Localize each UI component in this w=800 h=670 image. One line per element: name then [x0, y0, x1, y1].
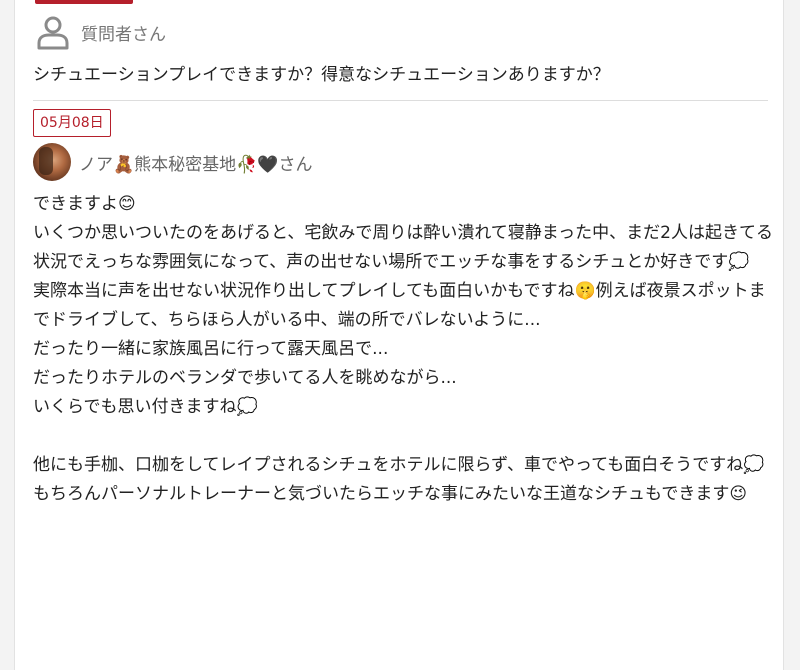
divider: [33, 100, 768, 101]
top-accent-tab: [35, 0, 133, 4]
qa-card: 質問者さん シチュエーションプレイできますか？得意なシチュエーションありますか？…: [14, 0, 784, 670]
asker-name: 質問者さん: [81, 24, 166, 45]
answer-line: いくらでも思い付きますね💭: [33, 397, 258, 417]
asker-row: 質問者さん: [35, 12, 166, 52]
answer-body: できますよ😊 いくつか思いついたのをあげると、宅飲みで周りは酔い潰れて寝静まった…: [33, 190, 781, 509]
user-icon: [37, 16, 69, 50]
answer-line: いくつか思いついたのをあげると、宅飲みで周りは酔い潰れて寝静まった中、まだ2人は…: [33, 223, 773, 272]
avatar[interactable]: [33, 143, 71, 181]
answer-line: できますよ😊: [33, 194, 136, 214]
answer-line: だったり一緒に家族風呂に行って露天風呂で...: [33, 339, 389, 359]
answer-line: 他にも手枷、口枷をしてレイプされるシチュをホテルに限らず、車でやっても面白そうで…: [33, 455, 765, 475]
answer-line: もちろんパーソナルトレーナーと気づいたらエッチな事にみたいな王道なシチュもできま…: [33, 484, 748, 504]
answer-date-badge: 05月08日: [33, 109, 111, 137]
answer-line: 実際本当に声を出せない状況作り出してプレイしても面白いかもですね🤫例えば夜景スポ…: [33, 281, 766, 330]
answerer-row[interactable]: ノア🧸熊本秘密基地🥀🖤さん: [33, 142, 313, 182]
question-text: シチュエーションプレイできますか？得意なシチュエーションありますか？: [33, 65, 610, 85]
answer-line: だったりホテルのベランダで歩いてる人を眺めながら...: [33, 368, 457, 388]
answer-blank-line: [33, 422, 781, 451]
answerer-name[interactable]: ノア🧸熊本秘密基地🥀🖤さん: [79, 150, 313, 175]
